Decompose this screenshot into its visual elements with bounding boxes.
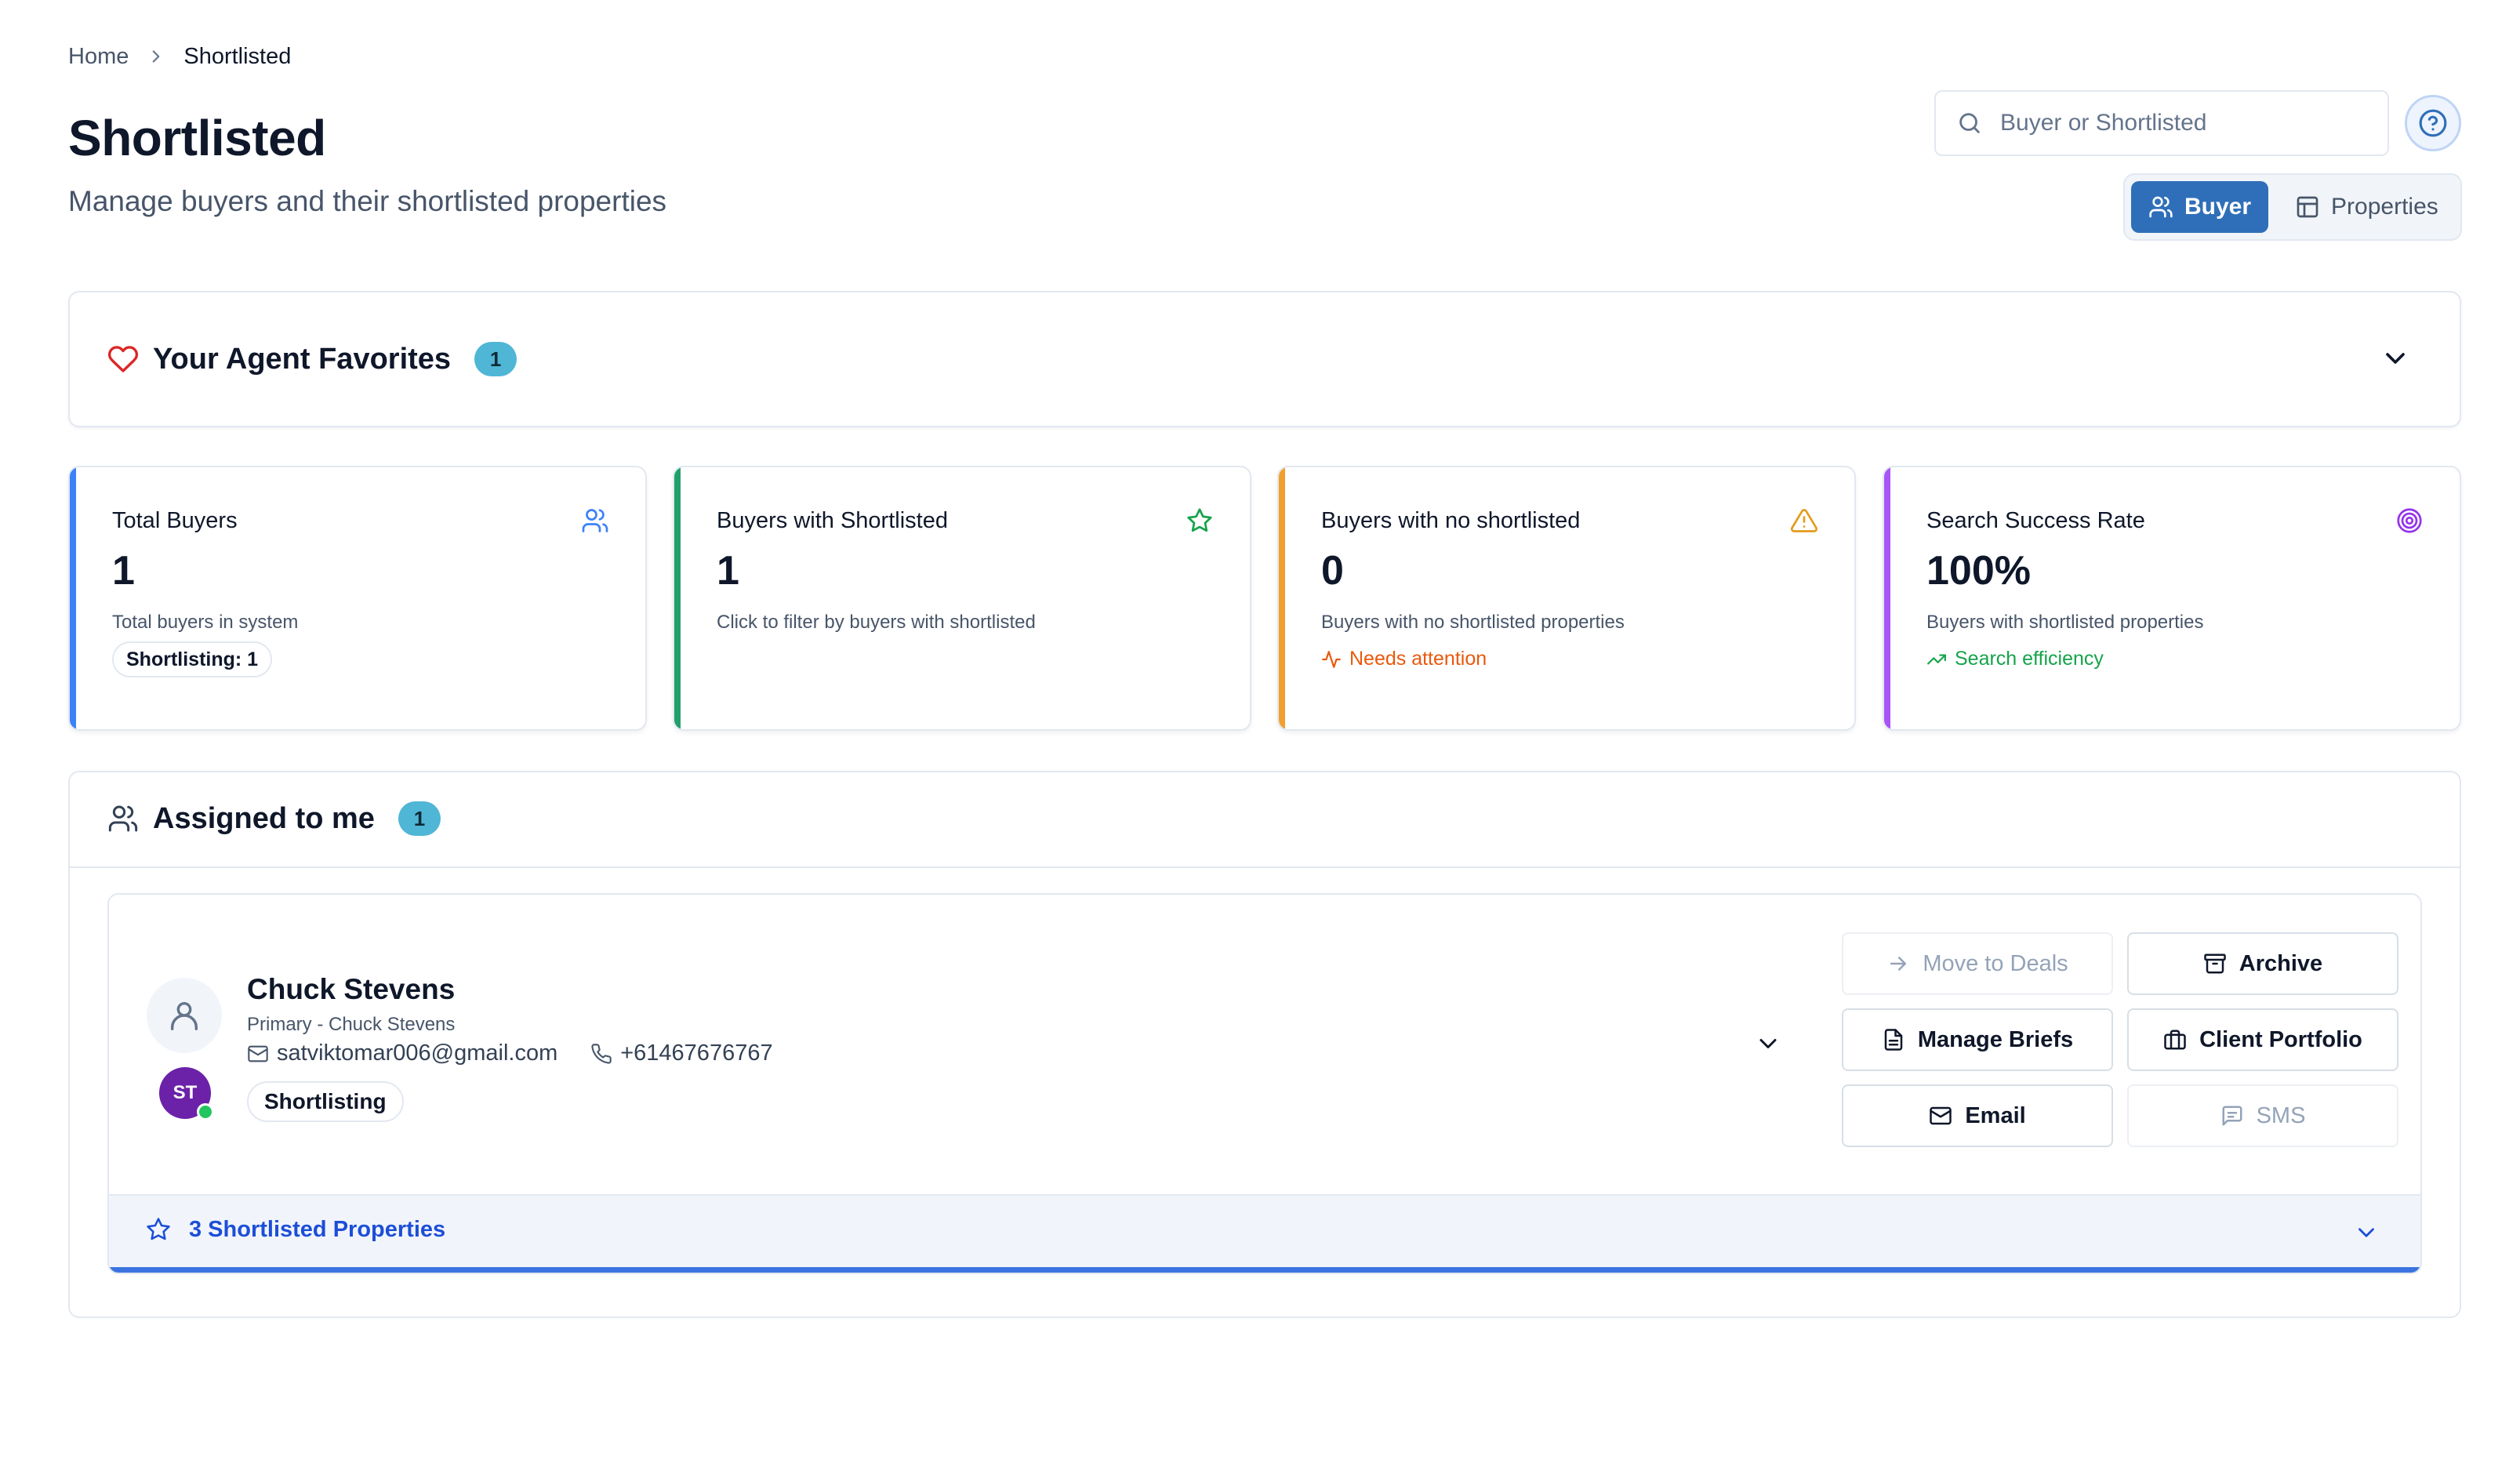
heart-icon: [107, 343, 139, 375]
breadcrumb-current: Shortlisted: [183, 43, 292, 69]
chevron-down-icon[interactable]: [1754, 1030, 1782, 1058]
note-text: Search efficiency: [1955, 648, 2104, 670]
star-icon: [145, 1216, 172, 1243]
buyer-name[interactable]: Chuck Stevens: [247, 973, 455, 1006]
stat-value: 100%: [1926, 548, 2031, 594]
arrow-right-icon: [1886, 952, 1910, 975]
card-accent: [70, 467, 76, 729]
users-icon: [581, 507, 609, 535]
search-efficiency-note: Search efficiency: [1926, 648, 2104, 670]
shortlisted-properties-toggle[interactable]: 3 Shortlisted Properties: [109, 1194, 2420, 1273]
buyers-no-shortlisted-card[interactable]: Buyers with no shortlisted 0 Buyers with…: [1277, 466, 1856, 731]
buyer-card[interactable]: ST Chuck Stevens Primary - Chuck Stevens…: [107, 893, 2422, 1274]
search-box[interactable]: [1934, 90, 2389, 156]
needs-attention-note: Needs attention: [1321, 648, 1487, 670]
users-icon: [107, 803, 139, 834]
phone-icon: [590, 1043, 612, 1065]
stage-badge: Shortlisting: [247, 1081, 404, 1122]
properties-view-button[interactable]: Properties: [2278, 181, 2456, 233]
help-button[interactable]: [2405, 95, 2461, 151]
archive-label: Archive: [2239, 950, 2323, 976]
page-subtitle: Manage buyers and their shortlisted prop…: [68, 185, 667, 217]
briefcase-icon: [2163, 1028, 2187, 1051]
stat-description: Click to filter by buyers with shortlist…: [717, 612, 1036, 633]
client-portfolio-label: Client Portfolio: [2199, 1026, 2362, 1052]
search-success-rate-card[interactable]: Search Success Rate 100% Buyers with sho…: [1883, 466, 2461, 731]
shortlisted-properties-label: 3 Shortlisted Properties: [189, 1216, 446, 1242]
buyer-contact: satviktomar006@gmail.com +61467676767: [247, 1041, 773, 1066]
stat-value: 0: [1321, 548, 1344, 594]
users-icon: [2148, 194, 2173, 220]
stat-description: Total buyers in system: [112, 612, 299, 633]
help-circle-icon: [2418, 108, 2448, 138]
shortlisting-count-pill: Shortlisting: 1: [112, 641, 273, 677]
buyer-view-button[interactable]: Buyer: [2131, 181, 2269, 233]
activity-icon: [1321, 649, 1342, 670]
email-label: Email: [1965, 1102, 2026, 1128]
view-toggle: Buyer Properties: [2123, 173, 2462, 241]
agent-favorites-panel[interactable]: Your Agent Favorites 1: [68, 291, 2461, 427]
divider: [70, 866, 2460, 868]
buyer-email[interactable]: satviktomar006@gmail.com: [277, 1041, 557, 1066]
buyer-view-label: Buyer: [2184, 194, 2252, 220]
stat-label: Search Success Rate: [1926, 508, 2145, 533]
archive-icon: [2203, 952, 2227, 975]
chevron-right-icon: [146, 46, 166, 67]
manage-briefs-label: Manage Briefs: [1917, 1026, 2074, 1052]
mail-icon: [247, 1043, 269, 1065]
user-icon: [166, 997, 202, 1033]
chevron-down-icon[interactable]: [2380, 343, 2411, 374]
mail-icon: [1929, 1104, 1952, 1128]
stat-description: Buyers with no shortlisted properties: [1321, 612, 1625, 633]
stat-description: Buyers with shortlisted properties: [1926, 612, 2204, 633]
sms-button[interactable]: SMS: [2127, 1084, 2398, 1147]
breadcrumb-home-link[interactable]: Home: [68, 44, 129, 70]
sms-label: SMS: [2256, 1102, 2306, 1128]
card-accent: [1884, 467, 1890, 729]
archive-button[interactable]: Archive: [2127, 932, 2398, 995]
shortlisted-properties-header: 3 Shortlisted Properties: [145, 1216, 445, 1243]
card-accent: [1279, 467, 1285, 729]
agent-favorites-header: Your Agent Favorites 1: [107, 292, 517, 426]
agent-favorites-title: Your Agent Favorites: [153, 342, 452, 376]
star-icon: [1186, 507, 1214, 535]
search-icon: [1956, 110, 1983, 136]
layout-icon: [2295, 194, 2320, 220]
buyer-subtitle: Primary - Chuck Stevens: [247, 1014, 456, 1035]
stat-label: Total Buyers: [112, 508, 238, 533]
message-square-icon: [2220, 1104, 2244, 1128]
search-input[interactable]: [2000, 110, 2369, 136]
page-title: Shortlisted: [68, 110, 326, 166]
breadcrumb: Home Shortlisted: [68, 41, 291, 72]
assigned-count-badge: 1: [398, 801, 441, 836]
target-icon: [2395, 507, 2424, 535]
trending-up-icon: [1926, 649, 1947, 670]
online-status-indicator: [197, 1103, 214, 1120]
card-accent: [674, 467, 681, 729]
assigned-header: Assigned to me 1: [107, 772, 441, 865]
properties-view-label: Properties: [2331, 194, 2438, 220]
active-indicator: [109, 1267, 2420, 1273]
move-to-deals-button[interactable]: Move to Deals: [1842, 932, 2113, 995]
manage-briefs-button[interactable]: Manage Briefs: [1842, 1008, 2113, 1071]
favorites-count-badge: 1: [474, 342, 517, 376]
total-buyers-card[interactable]: Total Buyers 1 Total buyers in system Sh…: [68, 466, 647, 731]
assigned-title: Assigned to me: [153, 801, 375, 835]
note-text: Needs attention: [1349, 648, 1487, 670]
buyers-with-shortlisted-card[interactable]: Buyers with Shortlisted 1 Click to filte…: [673, 466, 1251, 731]
stat-label: Buyers with Shortlisted: [717, 508, 948, 533]
warning-icon: [1790, 507, 1818, 535]
client-portfolio-button[interactable]: Client Portfolio: [2127, 1008, 2398, 1071]
stat-value: 1: [112, 548, 135, 594]
assigned-to-me-section: Assigned to me 1 ST Chuck Stevens Primar…: [68, 771, 2461, 1318]
email-button[interactable]: Email: [1842, 1084, 2113, 1147]
avatar: [147, 978, 222, 1053]
stat-label: Buyers with no shortlisted: [1321, 508, 1581, 533]
file-text-icon: [1882, 1028, 1905, 1051]
move-to-deals-label: Move to Deals: [1923, 950, 2068, 976]
chevron-down-icon[interactable]: [2353, 1219, 2380, 1246]
buyer-phone[interactable]: +61467676767: [620, 1041, 772, 1066]
stat-value: 1: [717, 548, 739, 594]
